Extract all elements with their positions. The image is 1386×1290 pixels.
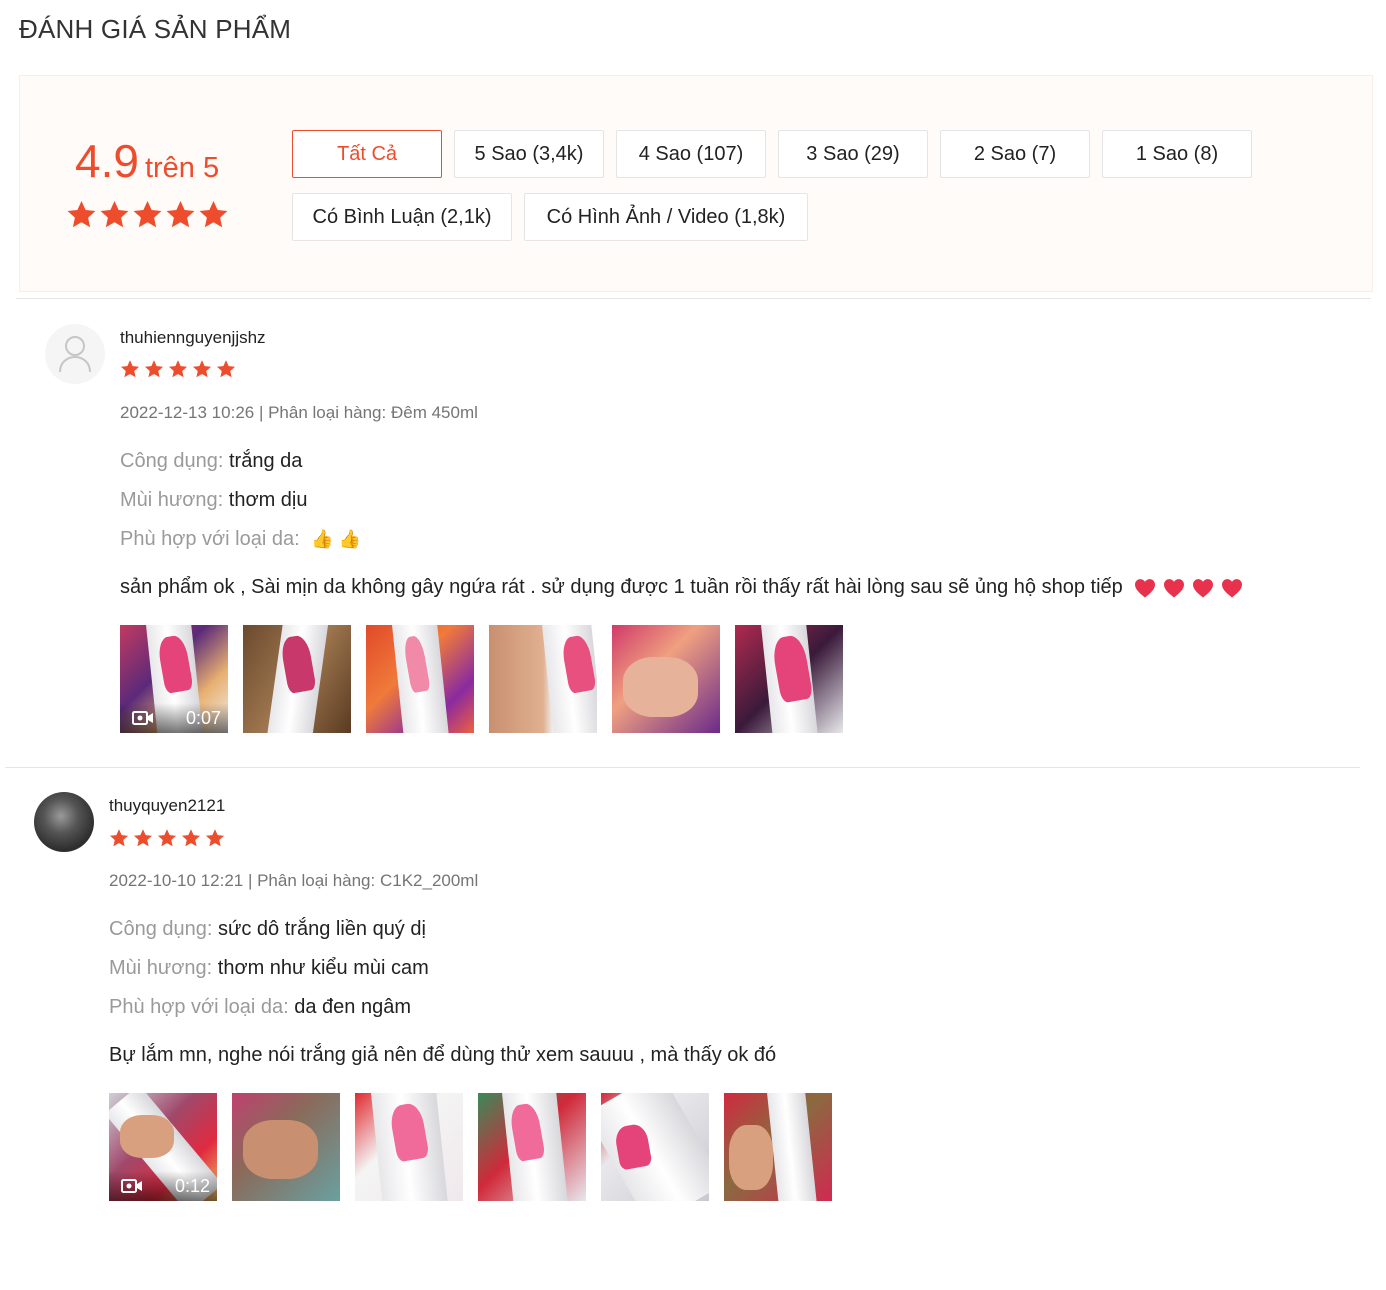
attr-value: sức dô trắng liền quý dị	[217, 918, 426, 940]
review-media-list: 0:07	[120, 625, 843, 733]
attr-label: Công dụng:	[120, 450, 224, 472]
review-meta: 2022-12-13 10:26 | Phân loại hàng: Đêm 4…	[120, 403, 478, 422]
video-camera-icon	[132, 711, 153, 725]
average-score-suffix: trên 5	[144, 152, 220, 184]
review-attr-skin-type: Phù hợp với loại da: da đen ngâm	[109, 996, 411, 1019]
attr-label: Phù hợp với loại da:	[120, 528, 300, 550]
product-image	[765, 1093, 818, 1201]
star-icon	[121, 360, 139, 378]
attr-label: Công dụng:	[109, 918, 213, 940]
rating-summary: 4.9 trên 5 Tất Cả 5 Sao (3,4k) 4 Sao (107…	[19, 75, 1373, 292]
filter-5-star-button[interactable]: 5 Sao (3,4k)	[454, 130, 604, 178]
star-icon	[158, 829, 176, 847]
attr-label: Phù hợp với loại da:	[109, 996, 289, 1018]
star-icon	[169, 360, 187, 378]
review-attr-usage: Công dụng: trắng da	[120, 450, 302, 473]
review-photo-thumbnail[interactable]	[735, 625, 843, 733]
heart-icon	[1134, 578, 1155, 598]
hand-image	[119, 1114, 174, 1158]
attr-value: thơm như kiểu mùi cam	[217, 957, 429, 979]
review-video-thumbnail[interactable]: 0:07	[120, 625, 228, 733]
review-photo-thumbnail[interactable]	[612, 625, 720, 733]
review-photo-thumbnail[interactable]	[232, 1093, 340, 1201]
review-comment-text: sản phẩm ok , Sài mịn da không gây ngứa …	[120, 576, 1123, 598]
user-placeholder-icon	[59, 336, 91, 373]
review-photo-thumbnail[interactable]	[478, 1093, 586, 1201]
filter-3-star-button[interactable]: 3 Sao (29)	[778, 130, 928, 178]
star-icon	[134, 829, 152, 847]
review-comment: Bự lắm mn, nghe nói trắng giả nên để dùn…	[109, 1044, 776, 1067]
review-media-list: 0:12	[109, 1093, 832, 1201]
hand-image	[242, 1120, 319, 1180]
video-camera-icon	[121, 1179, 142, 1193]
star-icon	[100, 200, 129, 228]
filter-2-star-button[interactable]: 2 Sao (7)	[940, 130, 1090, 178]
hand-image	[729, 1125, 773, 1191]
filter-all-button[interactable]: Tất Cả	[292, 130, 442, 178]
review-comment: sản phẩm ok , Sài mịn da không gây ngứa …	[120, 576, 1243, 599]
star-icon	[166, 200, 195, 228]
avatar[interactable]	[34, 792, 94, 852]
review-photo-thumbnail[interactable]	[489, 625, 597, 733]
filter-with-comment-button[interactable]: Có Bình Luận (2,1k)	[292, 193, 512, 241]
attr-value: da đen ngâm	[294, 996, 411, 1018]
review-username[interactable]: thuyquyen2121	[109, 796, 225, 816]
video-duration: 0:07	[185, 707, 221, 728]
average-score-value: 4.9	[75, 135, 139, 187]
thumbs-up-emoji: 👍 👍	[311, 529, 362, 549]
average-score: 4.9 trên 5	[75, 134, 219, 188]
star-icon	[145, 360, 163, 378]
video-duration: 0:12	[174, 1175, 210, 1196]
attr-value: thơm dịu	[228, 489, 308, 511]
review-photo-thumbnail[interactable]	[366, 625, 474, 733]
review-photo-thumbnail[interactable]	[724, 1093, 832, 1201]
divider	[5, 767, 1360, 768]
heart-icon	[1192, 578, 1213, 598]
star-icon	[206, 829, 224, 847]
hand-image	[622, 657, 699, 717]
heart-icon	[1221, 578, 1242, 598]
review-stars	[109, 828, 225, 848]
review-video-thumbnail[interactable]: 0:12	[109, 1093, 217, 1201]
star-icon	[193, 360, 211, 378]
average-stars	[66, 199, 229, 230]
page-heading: ĐÁNH GIÁ SẢN PHẨM	[19, 14, 292, 44]
review-photo-thumbnail[interactable]	[243, 625, 351, 733]
filter-1-star-button[interactable]: 1 Sao (8)	[1102, 130, 1252, 178]
filter-4-star-button[interactable]: 4 Sao (107)	[616, 130, 766, 178]
review-meta: 2022-10-10 12:21 | Phân loại hàng: C1K2_…	[109, 871, 479, 890]
review-stars	[120, 359, 236, 379]
star-icon	[110, 829, 128, 847]
star-icon	[217, 360, 235, 378]
review-photo-thumbnail[interactable]	[601, 1093, 709, 1201]
star-icon	[67, 200, 96, 228]
heart-icon	[1163, 578, 1184, 598]
attr-label: Mùi hương:	[120, 489, 224, 511]
attr-value: trắng da	[228, 450, 303, 472]
filter-with-media-button[interactable]: Có Hình Ảnh / Video (1,8k)	[524, 193, 808, 241]
attr-label: Mùi hương:	[109, 957, 213, 979]
star-icon	[182, 829, 200, 847]
review-attr-skin-type: Phù hợp với loại da: 👍 👍	[120, 528, 361, 551]
video-overlay: 0:12	[109, 1171, 217, 1201]
review-comment-text: Bự lắm mn, nghe nói trắng giả nên để dùn…	[109, 1044, 777, 1066]
review-attr-scent: Mùi hương: thơm dịu	[120, 489, 307, 512]
video-overlay: 0:07	[120, 703, 228, 733]
divider	[16, 298, 1371, 299]
avatar[interactable]	[45, 324, 105, 384]
review-attr-scent: Mùi hương: thơm như kiểu mùi cam	[109, 957, 429, 980]
review-username[interactable]: thuhiennguyenjjshz	[120, 328, 266, 348]
review-photo-thumbnail[interactable]	[355, 1093, 463, 1201]
star-icon	[133, 200, 162, 228]
star-icon	[199, 200, 228, 228]
review-attr-usage: Công dụng: sức dô trắng liền quý dị	[109, 918, 426, 941]
